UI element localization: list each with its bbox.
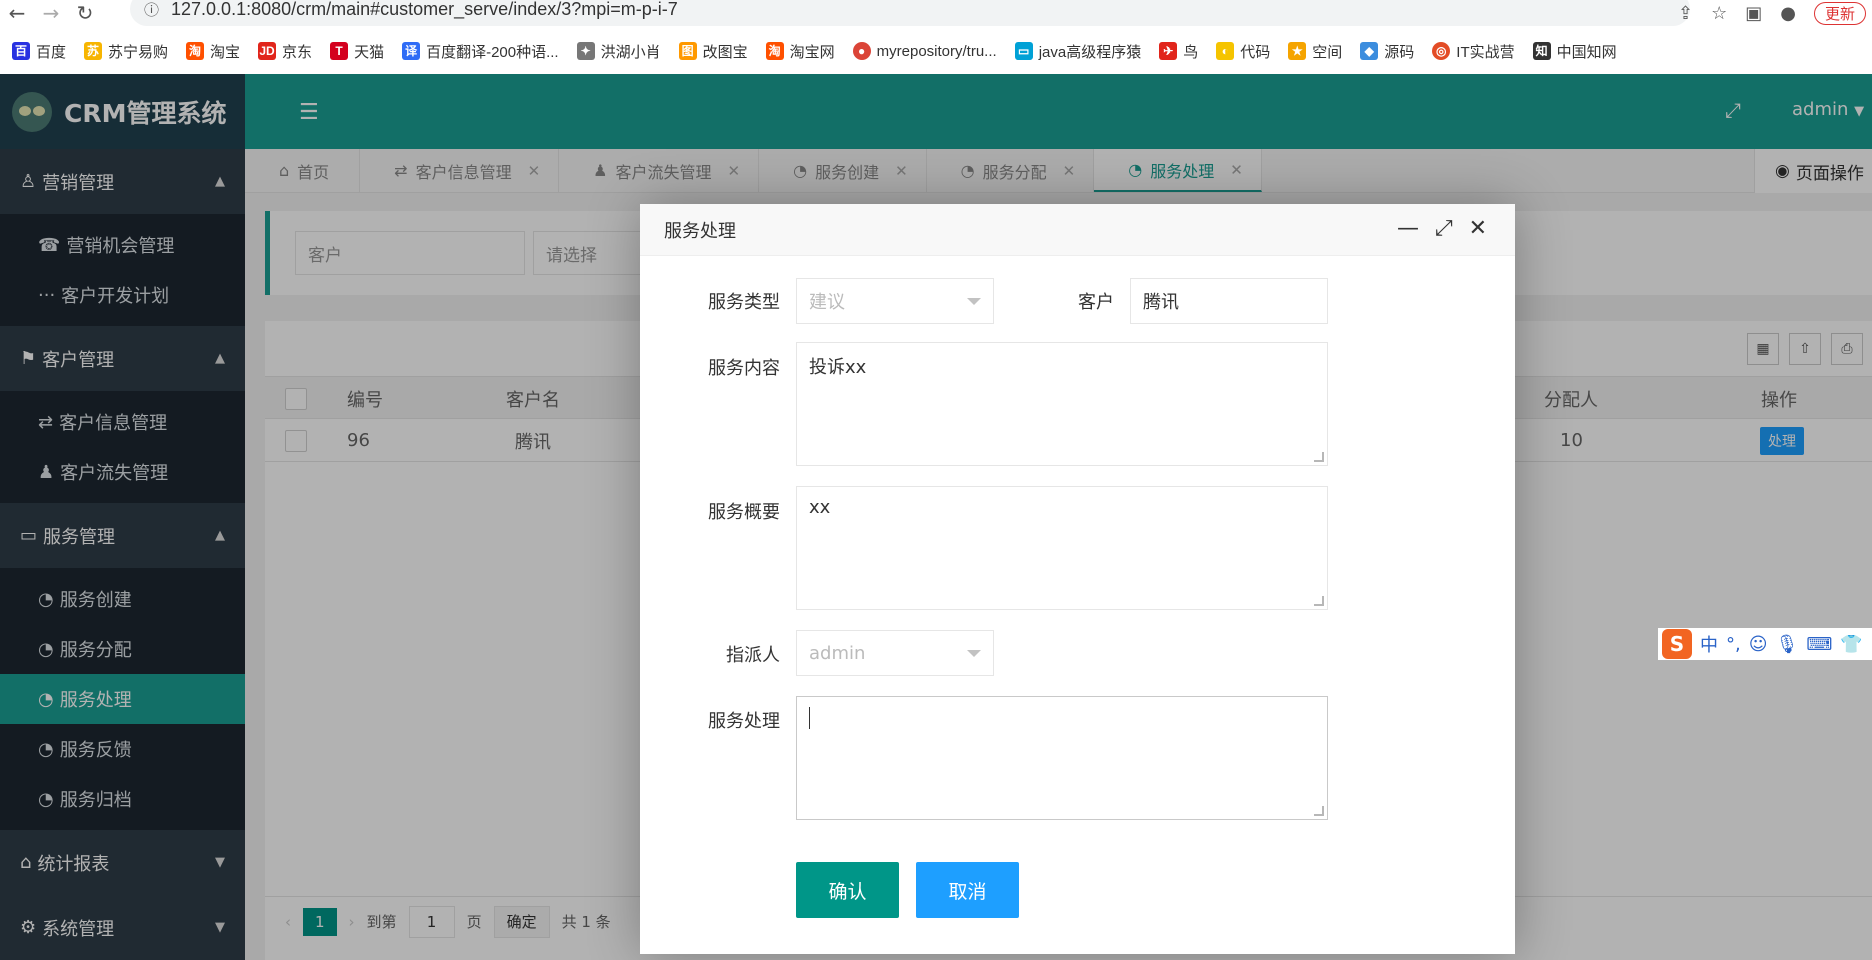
cnki-icon: 知 [1532,42,1551,60]
service-summary-label: 服务概要 [708,502,780,523]
service-type-label: 服务类型 [708,292,780,313]
cancel-button[interactable]: 取消 [916,862,1019,918]
tmall-icon: T [330,42,349,60]
browser-toolbar: ← → ↻ ⓘ 127.0.0.1:8080/crm/main#customer… [0,0,1872,26]
bookmark-item[interactable]: JD 京东 [258,41,312,62]
chevron-down-icon [967,298,981,305]
share-icon[interactable]: ⇪ [1678,3,1693,24]
bird-icon: ✦ [576,42,595,60]
assignee-select[interactable]: admin [796,630,994,676]
bookmark-item[interactable]: ● myrepository/tru... [852,42,997,60]
chrome-icon: ● [852,42,871,60]
bookmark-item[interactable]: 百百度 [12,41,66,62]
ime-toolbar[interactable]: S 中 °, ☺ 🎙 ⌨ 👕 [1658,628,1872,660]
keyboard-icon[interactable]: ⌨ [1806,634,1832,655]
target-icon: ◎ [1432,42,1451,60]
update-button[interactable]: 更新 [1813,1,1866,25]
service-content-textarea[interactable]: 投诉xx [796,342,1328,466]
bookmark-item[interactable]: 苏苏宁易购 [84,41,168,62]
lion-icon: 苏 [84,42,103,60]
minimize-icon[interactable]: — [1397,216,1419,241]
service-handle-dialog: 服务处理 — ⤢ ✕ 服务类型 建议 客户 腾讯 服务内容 投诉xx 服务概要 … [640,204,1515,954]
assignee-label: 指派人 [726,645,780,666]
url-text[interactable]: 127.0.0.1:8080/crm/main#customer_serve/i… [171,0,678,20]
jd-icon: JD [258,42,277,60]
microphone-icon[interactable]: 🎙 [1776,634,1799,655]
site-info-icon[interactable]: ⓘ [144,0,159,20]
skin-icon[interactable]: 👕 [1840,634,1862,655]
bookmark-item[interactable]: ▭ java高级程序猿 [1014,41,1141,62]
bookmarks-bar: 百百度 苏苏宁易购 淘淘宝 JD 京东 T 天猫 译百度翻译-200种语... ✦ 洪… [0,34,1872,68]
bookmark-item[interactable]: 译百度翻译-200种语... [402,41,559,62]
confirm-button[interactable]: 确认 [796,862,899,918]
bird-icon: ✈ [1159,42,1178,60]
dialog-header[interactable]: 服务处理 — ⤢ ✕ [640,204,1515,256]
resize-grip-icon[interactable] [1314,596,1324,606]
sidepanel-icon[interactable]: ▣ [1745,3,1762,24]
resize-grip-icon[interactable] [1314,452,1324,462]
browser-actions: ⇪ ☆ ▣ ● 更新 [1678,0,1872,26]
dialog-title: 服务处理 [664,220,736,242]
service-handling-label: 服务处理 [708,711,780,732]
image-icon: 图 [678,42,697,60]
dialog-controls: — ⤢ ✕ [1397,216,1487,241]
qzone-icon: ★ [1288,42,1307,60]
bookmark-item[interactable]: ◐ 代码 [1216,41,1270,62]
customer-field[interactable]: 腾讯 [1130,278,1328,324]
close-icon[interactable]: ✕ [1469,216,1487,241]
bookmark-item[interactable]: ✈ 鸟 [1159,41,1198,62]
taobao-icon: 淘 [765,42,784,60]
maximize-icon[interactable]: ⤢ [1435,216,1453,241]
back-icon[interactable]: ← [0,1,34,25]
bookmark-item[interactable]: ★ 空间 [1288,41,1342,62]
sogou-icon: S [1662,629,1692,659]
forward-icon[interactable]: → [34,1,68,25]
text-cursor [809,707,810,729]
emoji-icon[interactable]: ☺ [1749,634,1768,655]
paw-icon: 百 [12,42,30,60]
fish-icon: ◆ [1360,42,1379,60]
bilibili-icon: ▭ [1014,42,1033,60]
translate-icon: 译 [402,42,421,60]
code-icon: ◐ [1216,42,1235,60]
bookmark-item[interactable]: 淘淘宝 [186,41,240,62]
bookmark-item[interactable]: 图改图宝 [678,41,748,62]
bookmark-item[interactable]: ◆ 源码 [1360,41,1414,62]
address-bar[interactable]: ⓘ 127.0.0.1:8080/crm/main#customer_serve… [130,0,1690,26]
bookmark-item[interactable]: ✦ 洪湖小肖 [576,41,661,62]
profile-icon[interactable]: ● [1780,3,1796,24]
service-summary-textarea[interactable]: xx [796,486,1328,610]
punctuation-icon[interactable]: °, [1726,634,1741,655]
chevron-down-icon [967,650,981,657]
bookmark-item[interactable]: 淘淘宝网 [765,41,835,62]
service-content-label: 服务内容 [708,358,780,379]
star-icon[interactable]: ☆ [1711,3,1727,24]
bookmark-item[interactable]: T 天猫 [330,41,384,62]
bookmark-item[interactable]: ◎ IT实战营 [1432,41,1515,62]
service-handling-textarea[interactable] [796,696,1328,820]
service-type-select[interactable]: 建议 [796,278,994,324]
reload-icon[interactable]: ↻ [68,1,102,25]
ime-mode-icon[interactable]: 中 [1700,631,1718,657]
taobao-icon: 淘 [186,42,205,60]
resize-grip-icon[interactable] [1314,806,1324,816]
customer-label: 客户 [1078,292,1114,313]
bookmark-item[interactable]: 知中国知网 [1532,41,1617,62]
